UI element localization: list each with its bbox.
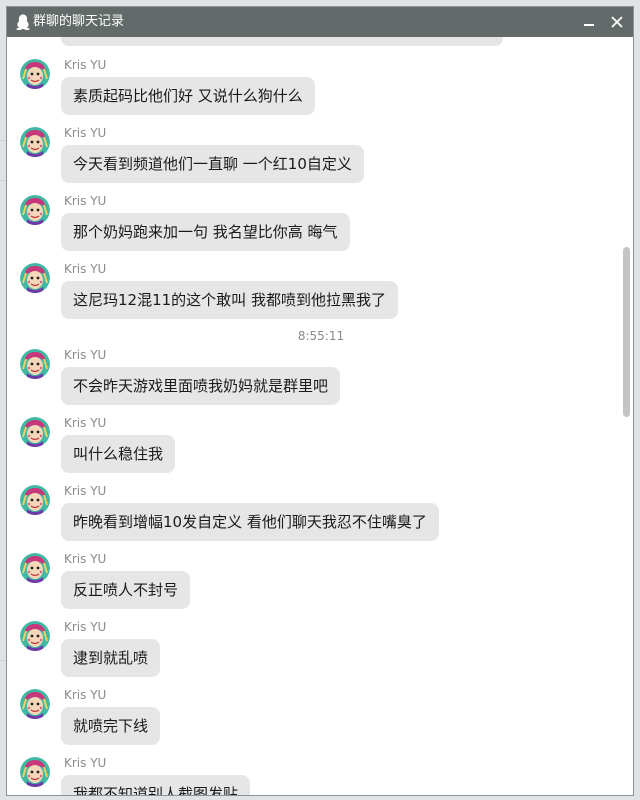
sender-name: Kris YU (64, 484, 107, 498)
message-bubble[interactable]: 逮到就乱喷 (61, 639, 161, 677)
window-title: 群聊的聊天记录 (33, 14, 125, 29)
message-bubble-partial (61, 37, 503, 46)
message-bubble[interactable]: 今天看到频道他们一直聊 一个红10自定义 (61, 145, 364, 183)
message-item: Kris YU 今天看到频道他们一直聊 一个红10自定义 (7, 125, 607, 191)
avatar[interactable] (20, 59, 50, 89)
avatar[interactable] (20, 485, 50, 515)
avatar[interactable] (20, 417, 50, 447)
message-item: Kris YU 不会昨天游戏里面喷我奶妈就是群里吧 (7, 347, 607, 413)
sender-name: Kris YU (64, 348, 107, 362)
message-item: Kris YU 素质起码比他们好 又说什么狗什么 (7, 57, 607, 123)
penguin-icon (16, 14, 30, 30)
avatar[interactable] (20, 689, 50, 719)
sender-name: Kris YU (64, 194, 107, 208)
message-bubble[interactable]: 那个奶妈跑来加一句 我名望比你高 晦气 (61, 213, 350, 251)
message-bubble[interactable]: 我都不知道别人截图发贴 (61, 775, 251, 795)
avatar[interactable] (20, 195, 50, 225)
sender-name: Kris YU (64, 620, 107, 634)
avatar[interactable] (20, 553, 50, 583)
sender-name: Kris YU (64, 262, 107, 276)
message-bubble[interactable]: 素质起码比他们好 又说什么狗什么 (61, 77, 315, 115)
message-item: Kris YU 叫什么稳住我 (7, 415, 607, 481)
message-bubble[interactable]: 这尼玛12混11的这个敢叫 我都喷到他拉黑我了 (61, 281, 398, 319)
sender-name: Kris YU (64, 58, 107, 72)
minimize-button[interactable] (575, 7, 603, 37)
avatar[interactable] (20, 263, 50, 293)
title-bar[interactable]: 群聊的聊天记录 (7, 7, 633, 37)
avatar[interactable] (20, 621, 50, 651)
chat-history-window: 群聊的聊天记录 Kris YU 素质起码比他们好 又说什么狗什么 Kris YU… (6, 6, 634, 796)
scrollbar-thumb[interactable] (623, 247, 630, 417)
message-item: Kris YU 这尼玛12混11的这个敢叫 我都喷到他拉黑我了 (7, 261, 607, 327)
sender-name: Kris YU (64, 416, 107, 430)
close-button[interactable] (603, 7, 631, 37)
message-item: Kris YU 反正喷人不封号 (7, 551, 607, 617)
message-bubble[interactable]: 叫什么稳住我 (61, 435, 176, 473)
message-bubble[interactable]: 就喷完下线 (61, 707, 161, 745)
sender-name: Kris YU (64, 552, 107, 566)
message-bubble[interactable]: 不会昨天游戏里面喷我奶妈就是群里吧 (61, 367, 341, 405)
message-item: Kris YU 我都不知道别人截图发贴 (7, 755, 607, 795)
avatar[interactable] (20, 757, 50, 787)
sender-name: Kris YU (64, 756, 107, 770)
message-timestamp: 8:55:11 (297, 329, 345, 343)
sender-name: Kris YU (64, 126, 107, 140)
minimize-icon (584, 24, 594, 26)
avatar[interactable] (20, 127, 50, 157)
avatar[interactable] (20, 349, 50, 379)
message-item: Kris YU 那个奶妈跑来加一句 我名望比你高 晦气 (7, 193, 607, 259)
message-bubble[interactable]: 反正喷人不封号 (61, 571, 191, 609)
message-item: Kris YU 就喷完下线 (7, 687, 607, 753)
message-list[interactable]: Kris YU 素质起码比他们好 又说什么狗什么 Kris YU 今天看到频道他… (7, 37, 633, 795)
close-icon (611, 16, 623, 28)
message-item: Kris YU 昨晚看到增幅10发自定义 看他们聊天我忍不住嘴臭了 (7, 483, 607, 549)
message-item: Kris YU 逮到就乱喷 (7, 619, 607, 685)
sender-name: Kris YU (64, 688, 107, 702)
message-bubble[interactable]: 昨晚看到增幅10发自定义 看他们聊天我忍不住嘴臭了 (61, 503, 439, 541)
